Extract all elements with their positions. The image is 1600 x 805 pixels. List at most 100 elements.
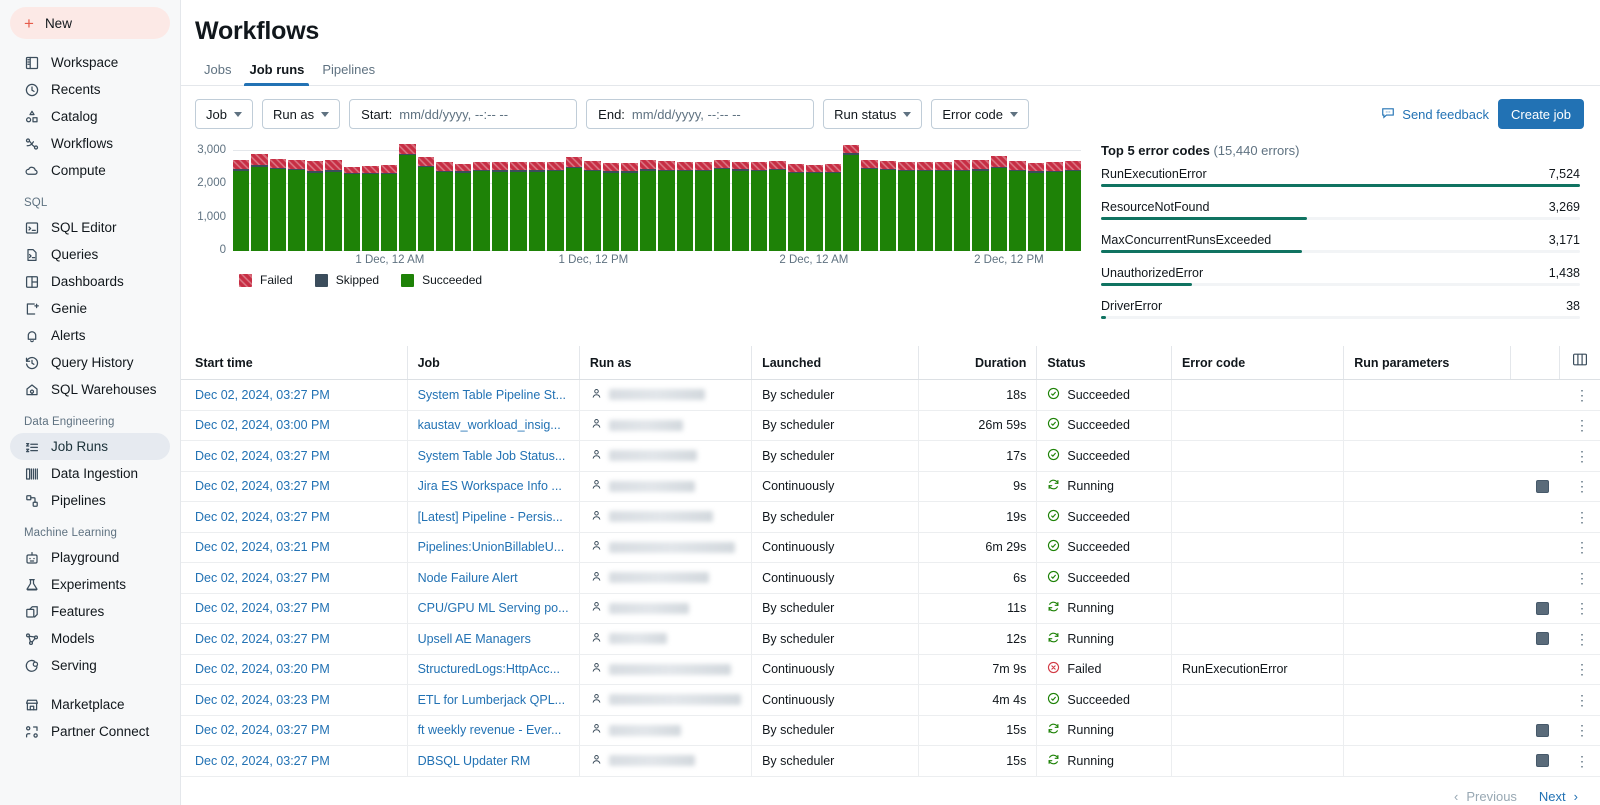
cell-start-time[interactable]: Dec 02, 2024, 03:27 PM [181,441,407,472]
filter-error-code[interactable]: Error code [931,99,1029,129]
create-job-button[interactable]: Create job [1498,99,1584,129]
cell-job[interactable]: Upsell AE Managers [407,624,579,655]
sidebar-item-query-history[interactable]: Query History [10,349,170,376]
sidebar-item-models[interactable]: Models [10,625,170,652]
chart-bar[interactable] [935,162,951,251]
column-header-duration[interactable]: Duration [918,346,1036,380]
chart-bar[interactable] [1028,163,1044,251]
cell-start-time[interactable]: Dec 02, 2024, 03:27 PM [181,715,407,746]
chart-bar[interactable] [788,164,804,251]
filter-run-status[interactable]: Run status [823,99,922,129]
tab-jobs[interactable]: Jobs [195,62,240,85]
sidebar-item-catalog[interactable]: Catalog [10,103,170,130]
stop-run-button[interactable] [1536,480,1549,493]
next-page-button[interactable]: Next › [1539,789,1578,804]
job-link[interactable]: Jira ES Workspace Info ... [418,479,562,493]
chart-bar[interactable] [436,162,452,251]
start-time-link[interactable]: Dec 02, 2024, 03:27 PM [195,754,330,768]
cell-start-time[interactable]: Dec 02, 2024, 03:27 PM [181,593,407,624]
stop-run-button[interactable] [1536,754,1549,767]
column-header-start-time[interactable]: Start time [181,346,407,380]
start-time-link[interactable]: Dec 02, 2024, 03:27 PM [195,449,330,463]
table-row[interactable]: Dec 02, 2024, 03:20 PMStructuredLogs:Htt… [181,654,1600,685]
new-button[interactable]: + New [10,7,170,39]
table-row[interactable]: Dec 02, 2024, 03:27 PM[Latest] Pipeline … [181,502,1600,533]
sidebar-item-experiments[interactable]: Experiments [10,571,170,598]
sidebar-item-compute[interactable]: Compute [10,157,170,184]
start-time-link[interactable]: Dec 02, 2024, 03:23 PM [195,693,330,707]
start-date-input[interactable]: Start: mm/dd/yyyy, --:-- -- [349,99,577,129]
chart-legend-item-failed[interactable]: Failed [239,273,293,287]
cell-start-time[interactable]: Dec 02, 2024, 03:23 PM [181,685,407,716]
start-time-link[interactable]: Dec 02, 2024, 03:27 PM [195,510,330,524]
job-link[interactable]: System Table Job Status... [418,449,566,463]
sidebar-item-sql-warehouses[interactable]: SQL Warehouses [10,376,170,403]
chart-bar[interactable] [843,145,859,251]
cell-job[interactable]: kaustav_workload_insig... [407,410,579,441]
chart-bar[interactable] [732,162,748,251]
job-link[interactable]: ETL for Lumberjack QPL... [418,693,566,707]
chart-bar[interactable] [1009,161,1025,251]
error-code-row[interactable]: UnauthorizedError1,438 [1101,266,1580,289]
chart-bar[interactable] [714,160,730,251]
sidebar-item-alerts[interactable]: Alerts [10,322,170,349]
start-time-link[interactable]: Dec 02, 2024, 03:21 PM [195,540,330,554]
error-code-row[interactable]: MaxConcurrentRunsExceeded3,171 [1101,233,1580,256]
chart-bar[interactable] [584,161,600,251]
sidebar-item-recents[interactable]: Recents [10,76,170,103]
chart-bar[interactable] [510,162,526,251]
cell-job[interactable]: ft weekly revenue - Ever... [407,715,579,746]
column-header-job[interactable]: Job [407,346,579,380]
chart-bar[interactable] [1046,162,1062,251]
row-overflow-menu-icon[interactable]: ⋮ [1574,388,1590,402]
sidebar-item-job-runs[interactable]: Job Runs [10,433,170,460]
row-overflow-menu-icon[interactable]: ⋮ [1574,601,1590,615]
row-overflow-menu-icon[interactable]: ⋮ [1574,693,1590,707]
error-code-name[interactable]: MaxConcurrentRunsExceeded [1101,233,1271,247]
table-row[interactable]: Dec 02, 2024, 03:27 PM ft weekly revenue … [181,715,1600,746]
row-overflow-menu-icon[interactable]: ⋮ [1574,418,1590,432]
chart-bar[interactable] [399,144,415,251]
chart-bar[interactable] [806,165,822,251]
chart-bar[interactable] [270,159,286,251]
sidebar-item-dashboards[interactable]: Dashboards [10,268,170,295]
cell-job[interactable]: Jira ES Workspace Info ... [407,471,579,502]
chart-bar[interactable] [640,160,656,251]
cell-job[interactable]: ETL for Lumberjack QPL... [407,685,579,716]
chart-bar[interactable] [547,162,563,251]
table-row[interactable]: Dec 02, 2024, 03:27 PM Upsell AE Managers… [181,624,1600,655]
job-link[interactable]: DBSQL Updater RM [418,754,531,768]
column-header-launched[interactable]: Launched [752,346,919,380]
table-row[interactable]: Dec 02, 2024, 03:27 PMDBSQL Updater RMBy… [181,746,1600,777]
job-link[interactable]: Upsell AE Managers [418,632,531,646]
chart-bar[interactable] [677,162,693,251]
chart-bar[interactable] [954,160,970,251]
start-time-link[interactable]: Dec 02, 2024, 03:20 PM [195,662,330,676]
filter-run-as[interactable]: Run as [262,99,340,129]
filter-job[interactable]: Job [195,99,253,129]
sidebar-item-workflows[interactable]: Workflows [10,130,170,157]
chart-bar[interactable] [695,162,711,251]
start-time-link[interactable]: Dec 02, 2024, 03:27 PM [195,388,330,402]
row-overflow-menu-icon[interactable]: ⋮ [1574,662,1590,676]
error-code-name[interactable]: ResourceNotFound [1101,200,1209,214]
sidebar-item-queries[interactable]: Queries [10,241,170,268]
chart-bar[interactable] [861,160,877,251]
table-row[interactable]: Dec 02, 2024, 03:27 PMCPU/GPU ML Serving… [181,593,1600,624]
job-link[interactable]: kaustav_workload_insig... [418,418,561,432]
chart-bar[interactable] [288,160,304,251]
cell-start-time[interactable]: Dec 02, 2024, 03:27 PM [181,563,407,594]
stop-run-button[interactable] [1536,632,1549,645]
job-link[interactable]: ft weekly revenue - Ever... [418,723,562,737]
error-code-name[interactable]: DriverError [1101,299,1162,313]
chart-bar[interactable] [880,161,896,251]
chart-bar[interactable] [381,165,397,251]
previous-page-button[interactable]: ‹ Previous [1454,789,1517,804]
stop-run-button[interactable] [1536,602,1549,615]
sidebar-item-pipelines[interactable]: Pipelines [10,487,170,514]
send-feedback-button[interactable]: Send feedback [1381,106,1489,123]
chart-bar[interactable] [917,162,933,251]
cell-start-time[interactable]: Dec 02, 2024, 03:27 PM [181,624,407,655]
cell-start-time[interactable]: Dec 02, 2024, 03:27 PM [181,471,407,502]
cell-job[interactable]: Pipelines:UnionBillableU... [407,532,579,563]
